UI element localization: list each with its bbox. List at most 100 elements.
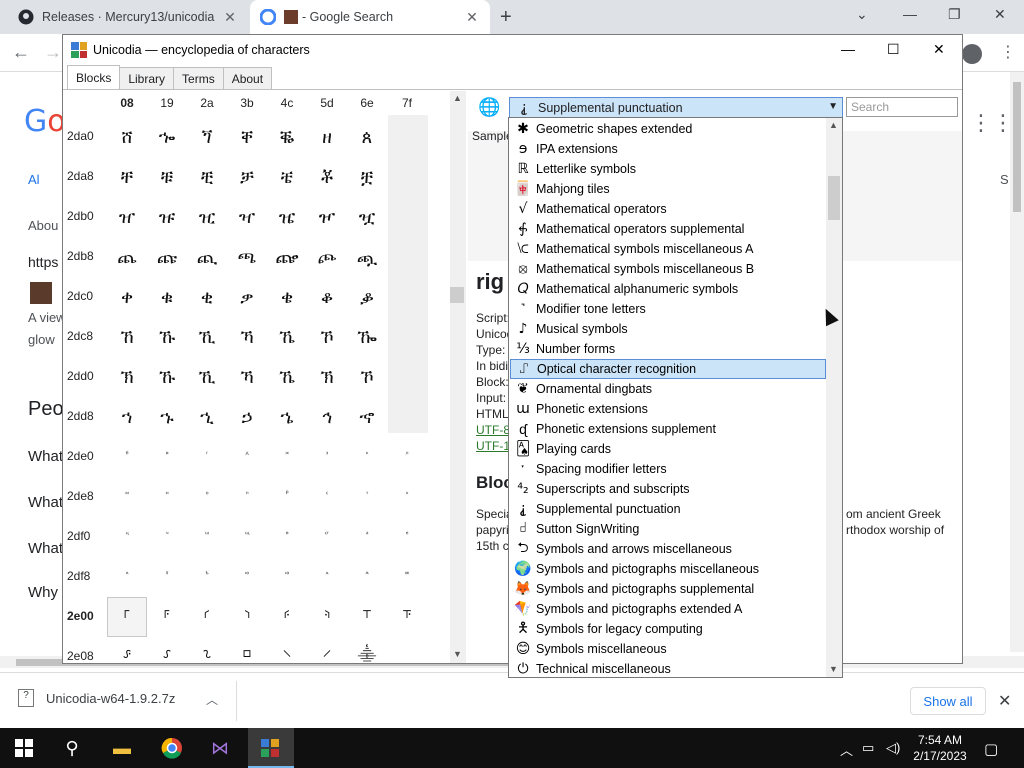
character-cell[interactable]: ኼ [267,317,307,357]
character-cell[interactable]: ዤ [267,197,307,237]
character-cell[interactable]: ኸ [107,317,147,357]
character-cell[interactable]: ኁ [147,397,187,437]
character-cell[interactable]: ⷺ [187,557,227,597]
dropdown-option[interactable]: ˑ Spacing modifier letters [510,459,826,479]
dropdown-option[interactable]: ✱ Geometric shapes extended [510,119,826,139]
browser-close-button[interactable]: ✕ [994,6,1006,23]
character-cell[interactable]: ቼ [267,157,307,197]
browser-restore-button[interactable]: ❐ [948,6,961,23]
character-cell[interactable]: ቹ [147,157,187,197]
scroll-thumb[interactable] [450,287,464,303]
visual-studio-icon[interactable]: ⋈ [206,734,234,762]
dropdown-option[interactable]: 🂡 Playing cards [510,439,826,459]
new-tab-button[interactable]: + [500,6,512,29]
character-cell[interactable]: ጰ [347,117,387,157]
character-cell[interactable]: ⷽ [307,557,347,597]
character-cell[interactable]: ቺ [187,157,227,197]
character-cell[interactable]: ⷷ [387,517,427,557]
character-cell[interactable]: ሸ [107,117,147,157]
character-cell[interactable]: ዠ [107,197,147,237]
character-cell[interactable]: ⷡ [147,437,187,477]
dropdown-option[interactable]: 𝑄 Mathematical alphanumeric symbols [510,279,826,299]
character-cell[interactable]: ኃ [227,397,267,437]
scroll-thumb[interactable] [1013,82,1021,212]
character-cell[interactable]: ጫ [227,237,267,277]
close-tab-icon[interactable]: ✕ [464,9,480,26]
character-cell[interactable]: ኻ [227,357,267,397]
browser-menu-icon[interactable]: ⋮ [1000,42,1016,62]
character-cell[interactable]: ⸈ [107,637,147,663]
character-cell[interactable]: ⷯ [387,477,427,517]
scroll-up-icon[interactable]: ▲ [453,93,462,103]
character-cell[interactable]: ⷪ [187,477,227,517]
chrome-icon[interactable] [158,734,186,762]
dropdown-option[interactable]: 🪁 Symbols and pictographs extended A [510,599,826,619]
character-cell[interactable]: ኽ [307,357,347,397]
dropdown-option[interactable]: ⸘ Supplemental punctuation [510,499,826,519]
dropdown-option[interactable]: ˺ Modifier tone letters [510,299,826,319]
character-cell[interactable]: ቀ [107,277,147,317]
character-cell[interactable]: ⸄ [267,597,307,637]
volume-icon[interactable]: ◁) [886,740,900,756]
character-cell[interactable]: ⷩ [147,477,187,517]
windows-start-icon[interactable] [10,734,38,762]
character-cell[interactable]: ዀ [347,317,387,357]
google-result-thumbnail[interactable] [30,282,52,304]
character-cell[interactable]: ቄ [267,277,307,317]
block-select[interactable]: ⸘ Supplemental punctuation ▼ [509,97,843,119]
dropdown-option[interactable]: ⦻ Mathematical symbols miscellaneous B [510,259,826,279]
character-cell[interactable]: ⷫ [227,477,267,517]
maximize-button[interactable]: ☐ [887,41,900,58]
notifications-icon[interactable]: ▢ [984,740,998,758]
character-cell[interactable]: ⷼ [267,557,307,597]
character-cell[interactable]: ኺ [187,317,227,357]
google-paa-item[interactable]: Why [28,584,58,601]
dropdown-option[interactable]: ⟈ Mathematical symbols miscellaneous A [510,239,826,259]
character-cell[interactable]: ⸍ [307,637,347,663]
tab-search-chevron-icon[interactable]: ⌄ [856,6,868,23]
character-cell[interactable]: ⷱ [147,517,187,557]
character-cell[interactable]: ኈ [147,117,187,157]
page-vertical-scrollbar[interactable] [1010,72,1024,652]
chevron-up-icon[interactable]: ︿ [206,691,218,708]
character-cell[interactable]: ⸇ [387,597,427,637]
character-cell[interactable]: ⷳ [227,517,267,557]
dropdown-option[interactable]: 🯅 Symbols for legacy computing [510,619,826,639]
character-cell[interactable]: ኂ [187,397,227,437]
dropdown-option[interactable]: ɘ IPA extensions [510,139,826,159]
character-cell[interactable]: ኺ [187,357,227,397]
globe-icon[interactable]: 🌐 [478,97,500,118]
character-cell[interactable]: ኻ [227,317,267,357]
character-cell[interactable]: ⸎ [347,637,387,663]
dropdown-option[interactable]: 🌍 Symbols and pictographs miscellaneous [510,559,826,579]
dropdown-option[interactable]: √ Mathematical operators [510,199,826,219]
character-cell[interactable]: ⸋ [227,637,267,663]
dropdown-option[interactable]: 𝠀 Sutton SignWriting [510,519,826,539]
character-cell[interactable]: ቇ [347,277,387,317]
character-cell[interactable]: ⸁ [147,597,187,637]
dropdown-option[interactable]: ⏻ Technical miscellaneous [510,659,826,679]
tab-blocks[interactable]: Blocks [67,65,121,89]
scroll-down-icon[interactable]: ▼ [453,649,462,659]
character-cell[interactable]: ⷤ [267,437,307,477]
dropdown-option[interactable]: ⅓ Number forms [510,339,826,359]
dropdown-option[interactable]: 😊 Symbols miscellaneous [510,639,826,659]
character-cell[interactable]: ⷮ [347,477,387,517]
character-cell[interactable]: ጨ [107,237,147,277]
unicodia-taskbar-icon[interactable] [256,734,284,762]
character-cell[interactable]: ⷢ [187,437,227,477]
character-cell[interactable]: ⷸ [107,557,147,597]
forward-button[interactable]: → [44,42,62,63]
google-paa-item[interactable]: What [28,540,63,557]
character-cell[interactable]: ቘ [267,117,307,157]
close-downloads-icon[interactable]: ✕ [998,691,1011,711]
download-item[interactable]: ? Unicodia-w64-1.9.2.7z [18,689,175,707]
network-icon[interactable]: ▭ [862,740,874,756]
google-all-tab[interactable]: Al [28,172,40,187]
character-cell[interactable]: ቂ [187,277,227,317]
character-cell[interactable]: ቸ [107,157,147,197]
character-cell[interactable]: ኹ [147,357,187,397]
profile-avatar[interactable] [962,44,982,64]
character-cell[interactable]: ⷻ [227,557,267,597]
character-cell[interactable]: ቿ [347,157,387,197]
